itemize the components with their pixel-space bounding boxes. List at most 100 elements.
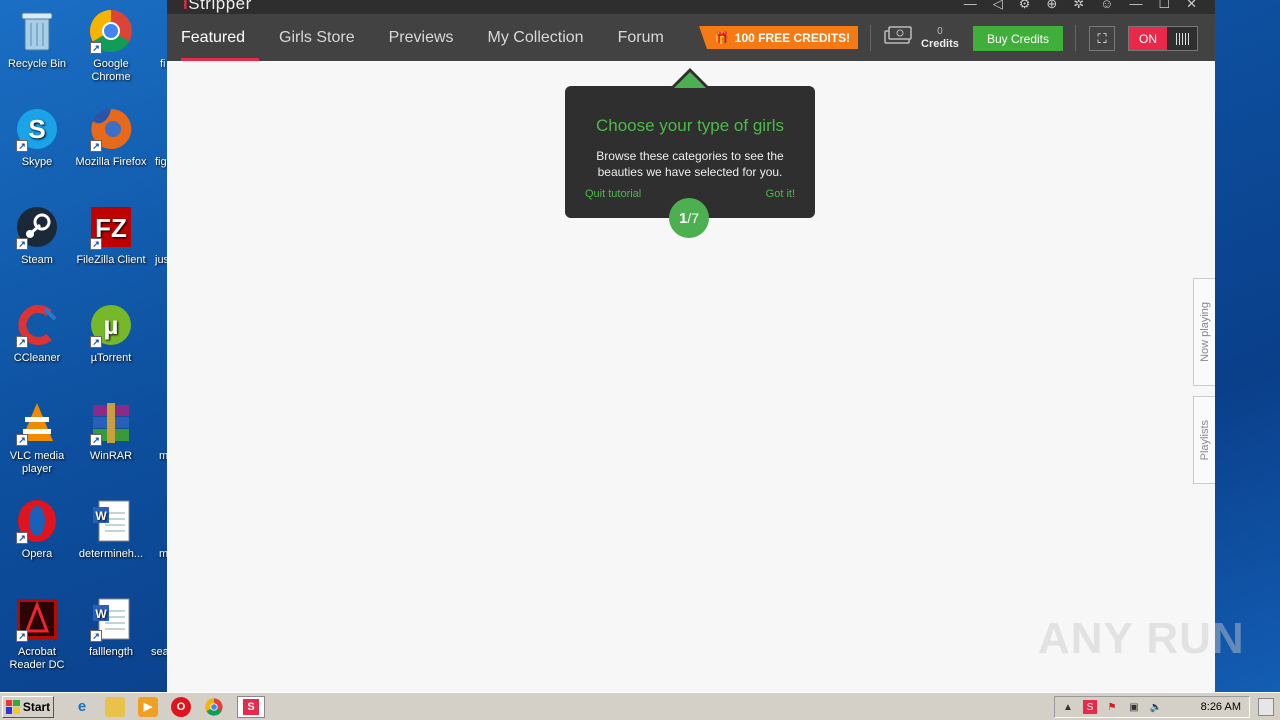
- got-it-link[interactable]: Got it!: [766, 188, 795, 200]
- desktop-icon-opera[interactable]: ↗ Opera: [0, 498, 74, 561]
- desktop-icon-label: VLC media player: [9, 450, 65, 475]
- shortcut-arrow-icon: ↗: [16, 630, 28, 642]
- start-label: Start: [22, 699, 51, 714]
- desktop-icon-label: Recycle Bin: [7, 58, 67, 70]
- app-logo: iStripper: [183, 0, 252, 14]
- system-tray: ▲ S ⚑ ▣ 🔈 8:26 AM: [1054, 696, 1250, 718]
- logo-text: Stripper: [188, 0, 252, 13]
- desktop-icon-vlc[interactable]: ↗ VLC media player: [0, 400, 74, 476]
- desktop-icon-label: Skype: [21, 156, 53, 168]
- step-current: 1: [678, 209, 688, 227]
- fullscreen-button[interactable]: ⛶: [1089, 26, 1115, 51]
- desktop-icon-word-doc[interactable]: W determineh...: [74, 498, 148, 561]
- playlists-tab[interactable]: Playlists: [1193, 396, 1215, 484]
- desktop-icon-label: Steam: [21, 254, 53, 266]
- nav-featured[interactable]: Featured: [167, 14, 260, 61]
- send-icon[interactable]: ◁: [993, 0, 1003, 12]
- file-explorer-icon[interactable]: [105, 696, 125, 717]
- svg-text:µ: µ: [104, 310, 119, 340]
- filezilla-icon: FZ ↗: [88, 204, 134, 250]
- istripper-taskbar-button[interactable]: S: [237, 695, 265, 718]
- minimize-icon[interactable]: —: [1129, 0, 1142, 12]
- desktop-icon-label: µTorrent: [90, 352, 132, 364]
- word-doc-icon: W ↗: [88, 596, 134, 642]
- internet-explorer-icon[interactable]: e: [72, 697, 92, 717]
- istripper-tray-icon[interactable]: S: [1083, 700, 1097, 714]
- tutorial-step-indicator: 1/7: [669, 198, 709, 238]
- desktop-icon-skype[interactable]: S ↗ Skype: [0, 106, 74, 169]
- nav-forum[interactable]: Forum: [604, 14, 678, 61]
- opera-taskbar-icon[interactable]: O: [171, 696, 191, 717]
- shortcut-arrow-icon: ↗: [16, 336, 28, 348]
- desktop-icon-utorrent[interactable]: µ ↗ µTorrent: [74, 302, 148, 365]
- chrome-taskbar-icon[interactable]: [204, 697, 224, 717]
- desktop-icon-ccleaner[interactable]: ↗ CCleaner: [0, 302, 74, 365]
- main-nav: Featured Girls Store Previews My Collect…: [167, 14, 1215, 61]
- shortcut-arrow-icon: ↗: [16, 532, 28, 544]
- tooltip-body: Browse these categories to see the beaut…: [596, 149, 784, 179]
- fullscreen-icon: ⛶: [1097, 30, 1107, 46]
- partial-desktop-label: fi: [160, 58, 166, 70]
- maximize-icon[interactable]: ☐: [1158, 0, 1170, 12]
- nav-label: Featured: [181, 28, 246, 46]
- start-button[interactable]: Start: [2, 695, 54, 718]
- desktop-icon-recycle-bin[interactable]: Recycle Bin: [0, 8, 74, 71]
- word-doc-icon: W: [88, 498, 134, 544]
- buy-credits-label: Buy Credits: [986, 31, 1050, 46]
- settings-icon[interactable]: ✲: [1073, 0, 1084, 12]
- shortcut-arrow-icon: ↗: [90, 238, 102, 250]
- svg-text:W: W: [95, 607, 107, 621]
- istripper-icon: S: [243, 698, 259, 715]
- show-desktop-button[interactable]: [1258, 698, 1274, 716]
- on-off-toggle[interactable]: ON: [1128, 26, 1198, 51]
- desktop-icon-filezilla[interactable]: FZ ↗ FileZilla Client: [74, 204, 148, 267]
- desktop-icon-steam[interactable]: ↗ Steam: [0, 204, 74, 267]
- shortcut-arrow-icon: ↗: [90, 42, 102, 54]
- minimize-small-icon[interactable]: —: [964, 0, 977, 12]
- nav-previews[interactable]: Previews: [375, 14, 468, 61]
- volume-icon[interactable]: 🔈: [1149, 700, 1163, 714]
- media-player-icon[interactable]: ▶: [138, 696, 158, 717]
- desktop-icon-firefox[interactable]: ↗ Mozilla Firefox: [74, 106, 148, 169]
- ccleaner-icon: ↗: [14, 302, 60, 348]
- close-icon[interactable]: ✕: [1186, 0, 1197, 12]
- action-center-icon[interactable]: ⚑: [1105, 700, 1119, 714]
- credits-display: 0 Credits: [883, 23, 959, 52]
- now-playing-tab[interactable]: Now playing: [1193, 278, 1215, 386]
- desktop-icons: Recycle Bin ↗ Google Chrome S ↗ Skype ↗ …: [0, 0, 170, 690]
- clock[interactable]: 8:26 AM: [1201, 701, 1241, 713]
- network-tray-icon[interactable]: ▣: [1127, 700, 1141, 714]
- taskbar: Start e ▶ O S ▲ S ⚑ ▣ 🔈 8:26 AM: [0, 692, 1280, 720]
- desktop-icon-label: Google Chrome: [91, 58, 131, 83]
- shortcut-arrow-icon: ↗: [90, 140, 102, 152]
- tooltip-title: Choose your type of girls: [595, 116, 785, 135]
- recycle-bin-icon: [14, 8, 60, 54]
- istripper-window: iStripper — ◁ ⚙ ⊕ ✲ ☺ — ☐ ✕ Featured Gir…: [167, 0, 1215, 692]
- nav-label: Forum: [617, 28, 664, 46]
- shortcut-arrow-icon: ↗: [90, 630, 102, 642]
- shortcut-arrow-icon: ↗: [16, 140, 28, 152]
- free-credits-button[interactable]: 🎁 100 FREE CREDITS!: [699, 26, 858, 49]
- tools-icon[interactable]: ⚙: [1019, 0, 1031, 12]
- anyrun-watermark: ANY RUN: [1038, 614, 1245, 663]
- shortcut-arrow-icon: ↗: [16, 238, 28, 250]
- tray-expand-icon[interactable]: ▲: [1061, 700, 1075, 714]
- network-icon[interactable]: ⊕: [1046, 0, 1057, 12]
- desktop-icon-winrar[interactable]: ↗ WinRAR: [74, 400, 148, 463]
- acrobat-icon: ↗: [14, 596, 60, 642]
- desktop-icon-label: falllength: [88, 646, 134, 658]
- desktop-icon-label: WinRAR: [89, 450, 133, 462]
- desktop-icon-acrobat[interactable]: ↗ Acrobat Reader DC: [0, 596, 74, 672]
- credits-label: Credits: [921, 37, 959, 50]
- nav-my-collection[interactable]: My Collection: [474, 14, 598, 61]
- money-icon: [883, 23, 913, 52]
- title-bar: iStripper — ◁ ⚙ ⊕ ✲ ☺ — ☐ ✕: [167, 0, 1215, 14]
- desktop-icon-label: Acrobat Reader DC: [9, 646, 65, 671]
- utorrent-icon: µ ↗: [88, 302, 134, 348]
- buy-credits-button[interactable]: Buy Credits: [973, 26, 1063, 51]
- user-icon[interactable]: ☺: [1100, 0, 1113, 12]
- desktop-icon-word-doc[interactable]: W ↗ falllength: [74, 596, 148, 659]
- desktop-icon-chrome[interactable]: ↗ Google Chrome: [74, 8, 148, 84]
- nav-girls-store[interactable]: Girls Store: [265, 14, 369, 61]
- quit-tutorial-link[interactable]: Quit tutorial: [585, 188, 641, 200]
